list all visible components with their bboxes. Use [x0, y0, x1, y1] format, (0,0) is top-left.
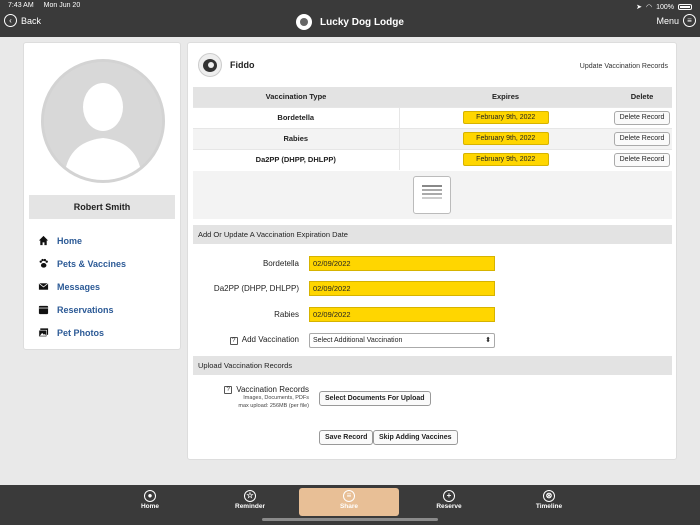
sidebar-item-reservations[interactable]: Reservations	[38, 298, 126, 321]
sidebar-item-label: Messages	[57, 281, 101, 292]
sidebar-item-label: Pet Photos	[57, 327, 105, 338]
table-row: Bordetella February 9th, 2022 Delete Rec…	[193, 106, 672, 128]
add-vaccination-select[interactable]: Select Additional Vaccination	[309, 332, 495, 348]
sidebar-item-messages[interactable]: Messages	[38, 275, 126, 298]
section-title: Upload Vaccination Records	[193, 356, 672, 375]
expiry-date: February 9th, 2022	[462, 153, 549, 167]
wifi-icon: ◠	[645, 4, 653, 11]
column-header: Delete	[612, 87, 672, 107]
section-title: Add Or Update A Vaccination Expiration D…	[193, 225, 672, 244]
form-row-add-vaccination: ? Add Vaccination Select Additional Vacci…	[188, 332, 678, 348]
upload-hint-types: Images, Documents, PDFs	[243, 395, 309, 401]
tab-home[interactable]: ● Home	[100, 488, 200, 516]
status-date: Mon Jun 20	[43, 2, 81, 9]
tab-label: Reserve	[436, 503, 462, 510]
profile-sidebar: Robert Smith Home Pets & Vaccines Messag…	[23, 42, 181, 350]
sidebar-item-pet-photos[interactable]: Pet Photos	[38, 321, 126, 344]
field-label: Rabies	[274, 309, 299, 319]
vaccine-name: Bordetella	[193, 106, 400, 128]
photos-icon	[38, 328, 49, 337]
bordetella-date-field[interactable]: 02/09/2022	[309, 255, 495, 271]
home-icon	[38, 235, 49, 246]
delete-record-button[interactable]: Delete Record	[613, 131, 671, 146]
plus-icon: +	[443, 490, 455, 502]
field-label: Add Vaccination	[241, 335, 299, 344]
field-label: Da2PP (DHPP, DHLPP)	[213, 283, 299, 293]
status-bar: 7:43 AM Mon Jun 20 ➤ ◠ 100%	[8, 2, 692, 12]
paw-icon	[39, 258, 48, 268]
sidebar-item-label: Home	[57, 235, 83, 246]
help-icon[interactable]: ?	[229, 337, 238, 345]
top-nav-bar: 7:43 AM Mon Jun 20 ➤ ◠ 100% ‹ Back Lucky…	[0, 0, 700, 37]
rabies-date-field[interactable]: 02/09/2022	[309, 306, 495, 322]
vaccination-table: Vaccination Type Expires Delete Bordetel…	[193, 87, 672, 170]
table-row: Rabies February 9th, 2022 Delete Record	[193, 127, 672, 149]
column-header: Expires	[399, 87, 612, 107]
select-documents-button[interactable]: Select Documents For Upload	[319, 391, 431, 406]
timeline-icon: ⊛	[543, 490, 555, 502]
form-row-da2pp: Da2PP (DHPP, DHLPP) 02/09/2022	[188, 280, 678, 296]
tab-label: Home	[140, 503, 160, 510]
form-row-bordetella: Bordetella 02/09/2022	[188, 255, 678, 271]
user-circle-icon: ●	[144, 490, 156, 502]
tab-share[interactable]: ≡ Share	[299, 488, 399, 516]
battery-percent: 100%	[656, 3, 674, 11]
column-header: Vaccination Type	[193, 87, 399, 107]
skip-adding-vaccines-button[interactable]: Skip Adding Vaccines	[373, 430, 458, 445]
calendar-icon	[38, 305, 49, 315]
uploaded-documents-area	[193, 171, 672, 219]
hamburger-icon: ≡	[683, 14, 696, 27]
envelope-icon	[38, 283, 49, 290]
vaccine-name: Da2PP (DHPP, DHLPP)	[193, 148, 400, 170]
sidebar-item-label: Reservations	[57, 304, 114, 315]
sidebar-nav: Home Pets & Vaccines Messages Reservatio…	[38, 229, 126, 344]
form-row-rabies: Rabies 02/09/2022	[188, 306, 678, 322]
share-icon: ≡	[343, 490, 355, 502]
sidebar-item-home[interactable]: Home	[38, 229, 126, 252]
expiry-date: February 9th, 2022	[462, 111, 549, 124]
pet-header: Fiddo	[198, 53, 255, 77]
delete-record-button[interactable]: Delete Record	[613, 110, 671, 125]
save-record-button[interactable]: Save Record	[319, 430, 374, 445]
menu-label: Menu	[656, 15, 679, 26]
field-label: Bordetella	[262, 258, 299, 268]
avatar	[41, 59, 165, 183]
expiry-date: February 9th, 2022	[462, 132, 549, 145]
delete-record-button[interactable]: Delete Record	[613, 152, 671, 167]
tab-label: Reminder	[235, 503, 265, 510]
tab-label: Share	[339, 503, 359, 510]
dog-logo-icon	[296, 14, 313, 30]
tab-timeline[interactable]: ⊛ Timeline	[499, 488, 599, 516]
document-thumbnail[interactable]	[413, 176, 451, 214]
vaccination-panel: Fiddo Update Vaccination Records Vaccina…	[187, 42, 677, 460]
vaccine-name: Rabies	[193, 127, 400, 149]
help-icon[interactable]: ?	[224, 385, 233, 394]
upload-label: Vaccination Records	[236, 385, 309, 394]
tab-label: Timeline	[535, 503, 563, 510]
tab-reminder[interactable]: ☆ Reminder	[200, 488, 300, 516]
user-silhouette-icon	[44, 62, 162, 180]
da2pp-date-field[interactable]: 02/09/2022	[309, 280, 495, 296]
status-time: 7:43 AM	[8, 2, 34, 9]
sidebar-item-label: Pets & Vaccines	[57, 258, 127, 269]
menu-button[interactable]: Menu ≡	[656, 14, 696, 27]
tab-reserve[interactable]: + Reserve	[399, 488, 499, 516]
pet-name: Fiddo	[230, 60, 255, 70]
battery-icon	[678, 4, 692, 10]
app-brand: Lucky Dog Lodge	[0, 14, 700, 30]
pet-avatar	[198, 53, 222, 77]
sidebar-item-pets-vaccines[interactable]: Pets & Vaccines	[38, 252, 126, 275]
user-name: Robert Smith	[29, 195, 175, 219]
location-icon: ➤	[636, 4, 642, 11]
home-indicator	[262, 518, 438, 521]
table-row: Da2PP (DHPP, DHLPP) February 9th, 2022 D…	[193, 148, 672, 170]
app-title: Lucky Dog Lodge	[320, 16, 404, 28]
update-vaccination-link[interactable]: Update Vaccination Records	[580, 63, 668, 70]
star-icon: ☆	[244, 490, 256, 502]
upload-hint-size: max upload: 256MB (per file)	[238, 403, 309, 409]
